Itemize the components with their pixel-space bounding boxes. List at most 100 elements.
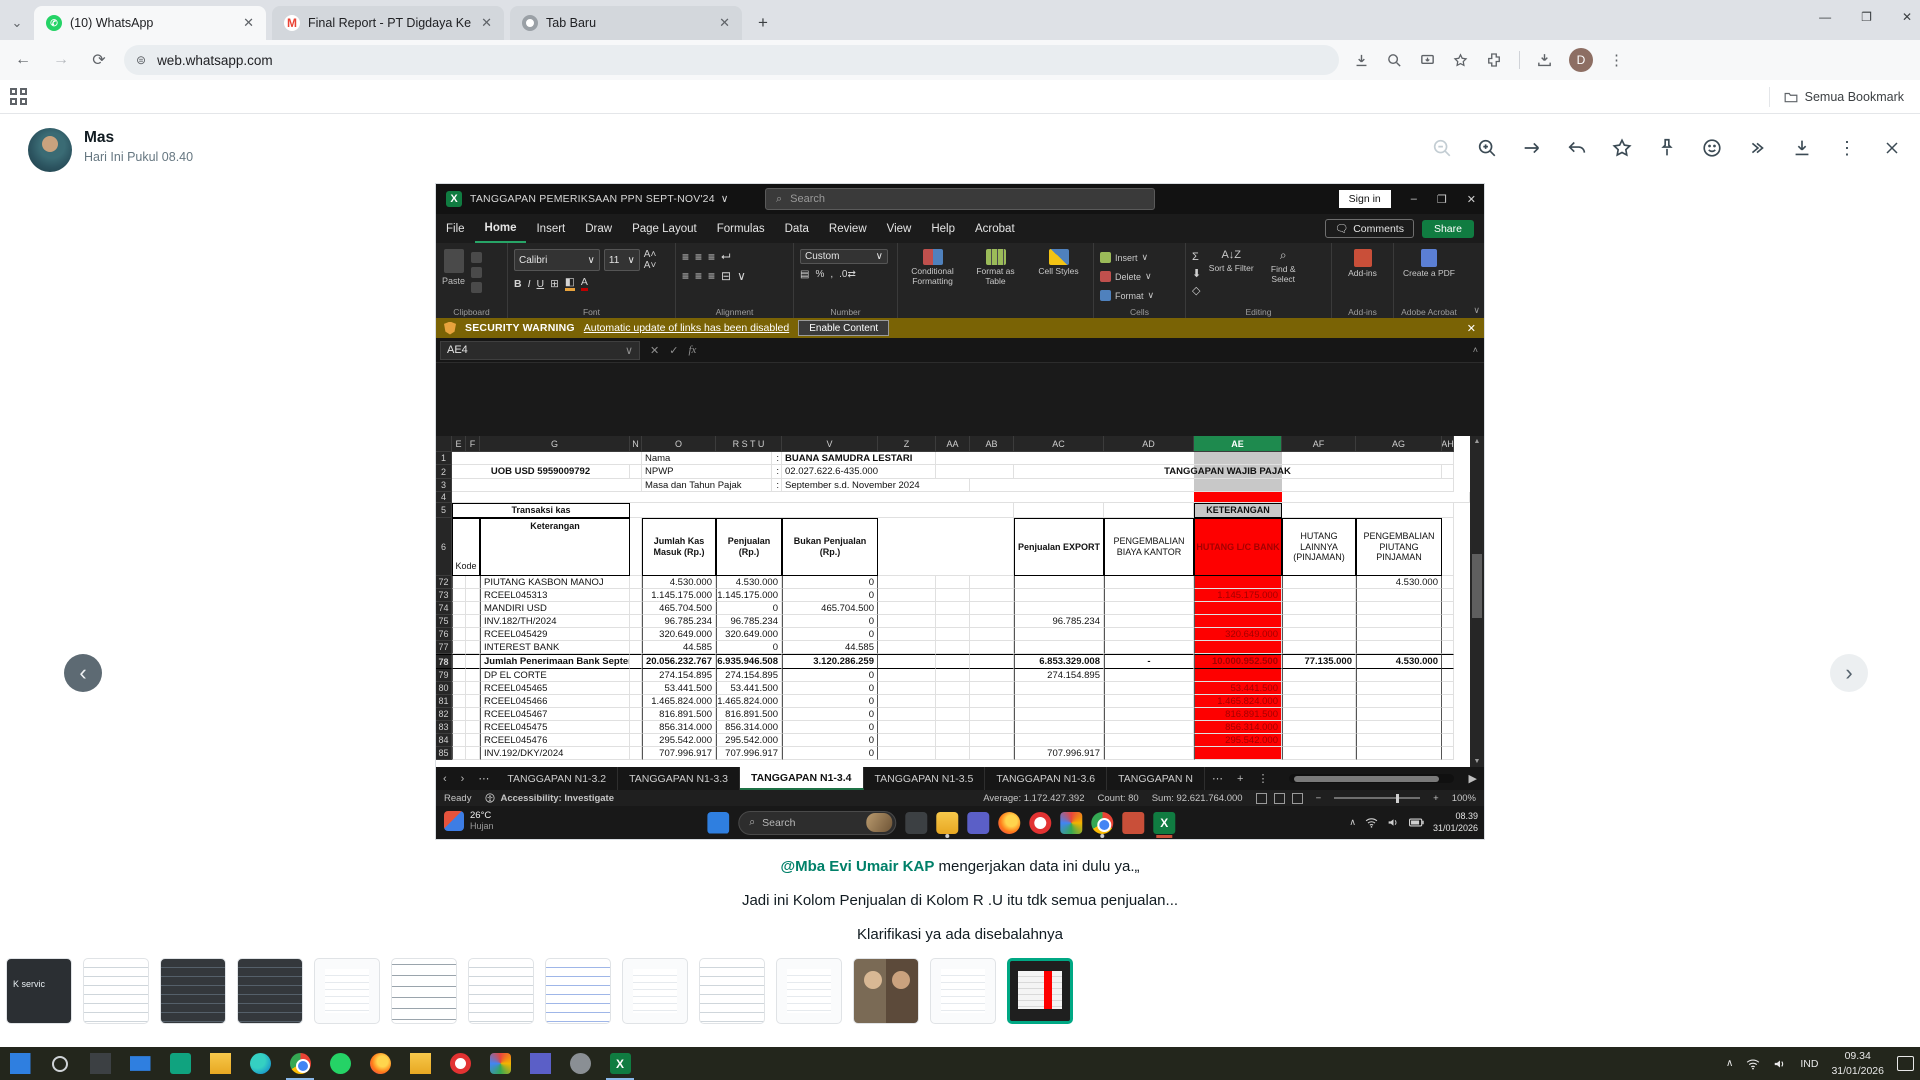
taskbar-folder-icon[interactable] bbox=[400, 1047, 440, 1080]
tab-baru[interactable]: Tab Baru ✕ bbox=[510, 6, 742, 40]
previous-media-button[interactable]: ‹ bbox=[64, 654, 102, 692]
zoom-icon[interactable] bbox=[1386, 52, 1403, 69]
cell-AC-83 bbox=[1014, 721, 1104, 734]
sort-filter-button: A↓Z Sort & Filter bbox=[1207, 249, 1255, 273]
star-icon[interactable] bbox=[1610, 136, 1634, 160]
download-page-icon[interactable] bbox=[1353, 52, 1370, 69]
reload-button[interactable]: ⟳ bbox=[84, 45, 114, 75]
taskbar-settings-icon[interactable] bbox=[560, 1047, 600, 1080]
cell-G-73: RCEEL045313 bbox=[480, 589, 630, 602]
media-thumbnail-8[interactable] bbox=[545, 958, 611, 1024]
address-bar[interactable]: ⊜ web.whatsapp.com bbox=[124, 45, 1339, 75]
next-media-button[interactable]: › bbox=[1830, 654, 1868, 692]
profile-avatar[interactable]: D bbox=[1569, 48, 1593, 72]
taskbar-file-explorer-icon[interactable] bbox=[200, 1047, 240, 1080]
window-maximize-button[interactable]: ❐ bbox=[1861, 10, 1872, 24]
wifi-icon[interactable] bbox=[1746, 1058, 1760, 1070]
tab-final-report[interactable]: M Final Report - PT Digdaya Kenca ✕ bbox=[272, 6, 504, 40]
media-thumbnail-4[interactable] bbox=[237, 958, 303, 1024]
download-icon[interactable] bbox=[1790, 136, 1814, 160]
apps-grid-icon[interactable] bbox=[10, 88, 28, 106]
taskbar-search-icon[interactable] bbox=[40, 1047, 80, 1080]
taskbar-task-view-icon[interactable] bbox=[80, 1047, 120, 1080]
site-settings-icon[interactable]: ⊜ bbox=[136, 53, 147, 67]
conditional-formatting-button: Conditional Formatting bbox=[904, 249, 961, 287]
cell bbox=[1442, 628, 1454, 641]
notification-center-icon[interactable] bbox=[1897, 1056, 1914, 1071]
cell-AF-85 bbox=[1282, 747, 1356, 760]
reply-icon[interactable] bbox=[1565, 136, 1589, 160]
sheet-nav-prev-icon: ‹ bbox=[436, 773, 454, 785]
all-bookmarks-button[interactable]: Semua Bookmark bbox=[1769, 87, 1904, 107]
sheet-tab-tanggapan-n: TANGGAPAN N bbox=[1107, 767, 1205, 790]
zoom-in-icon[interactable] bbox=[1475, 136, 1499, 160]
media-thumbnail-7[interactable] bbox=[468, 958, 534, 1024]
cell-AD-83 bbox=[1104, 721, 1194, 734]
cell-O-84: 295.542.000 bbox=[642, 734, 716, 747]
cell-AF-75 bbox=[1282, 615, 1356, 628]
taskbar-store-icon[interactable] bbox=[160, 1047, 200, 1080]
media-thumbnail-1[interactable]: K servic bbox=[6, 958, 72, 1024]
media-thumbnail-11[interactable] bbox=[776, 958, 842, 1024]
extensions-icon[interactable] bbox=[1485, 51, 1503, 69]
window-minimize-button[interactable]: — bbox=[1819, 10, 1831, 24]
taskbar-mail-icon[interactable] bbox=[120, 1047, 160, 1080]
tray-chevron-icon[interactable]: ∧ bbox=[1726, 1058, 1733, 1069]
cell bbox=[936, 708, 970, 721]
tab-search-chevron-icon[interactable]: ⌄ bbox=[0, 6, 34, 40]
window-close-button[interactable]: ✕ bbox=[1902, 10, 1912, 24]
taskbar-teams-icon[interactable] bbox=[520, 1047, 560, 1080]
forward-button[interactable]: → bbox=[46, 45, 76, 75]
new-tab-button[interactable]: + bbox=[750, 10, 776, 36]
taskbar-firefox-icon[interactable] bbox=[360, 1047, 400, 1080]
avatar[interactable] bbox=[28, 128, 72, 172]
taskbar-chrome-icon[interactable] bbox=[280, 1047, 320, 1080]
media-thumbnail-2[interactable] bbox=[83, 958, 149, 1024]
browser-menu-icon[interactable]: ⋮ bbox=[1609, 51, 1625, 69]
media-thumbnail-14[interactable] bbox=[1007, 958, 1073, 1024]
cell bbox=[936, 682, 970, 695]
close-tab-icon[interactable]: ✕ bbox=[241, 15, 256, 31]
media-thumbnail-12[interactable] bbox=[853, 958, 919, 1024]
language-indicator[interactable]: IND bbox=[1800, 1058, 1818, 1070]
excel-screenshot-image[interactable]: X TANGGAPAN PEMERIKSAAN PPN SEPT-NOV'24 … bbox=[436, 184, 1484, 839]
media-thumbnail-10[interactable] bbox=[699, 958, 765, 1024]
tab-whatsapp[interactable]: ✆ (10) WhatsApp ✕ bbox=[34, 6, 266, 40]
forward-icon[interactable] bbox=[1745, 136, 1769, 160]
cell-npwp-label: NPWP bbox=[642, 465, 772, 479]
back-button[interactable]: ← bbox=[8, 45, 38, 75]
cell bbox=[466, 628, 480, 641]
row-header-76: 76 bbox=[436, 628, 452, 641]
cell bbox=[970, 615, 1014, 628]
taskbar-opera-icon[interactable] bbox=[440, 1047, 480, 1080]
dismiss-warning-icon: ✕ bbox=[1467, 322, 1476, 335]
media-thumbnail-13[interactable] bbox=[930, 958, 996, 1024]
taskbar-whatsapp-icon[interactable] bbox=[320, 1047, 360, 1080]
close-tab-icon[interactable]: ✕ bbox=[717, 15, 732, 31]
zoom-out-icon[interactable] bbox=[1430, 136, 1454, 160]
folder-icon bbox=[1784, 91, 1798, 103]
media-thumbnail-3[interactable] bbox=[160, 958, 226, 1024]
taskbar-excel-icon[interactable]: X bbox=[600, 1047, 640, 1080]
install-icon[interactable] bbox=[1419, 52, 1436, 69]
emoji-icon[interactable] bbox=[1700, 136, 1724, 160]
pin-icon[interactable] bbox=[1655, 136, 1679, 160]
column-header-row: EFGNOR S T UVZAAABACADAEAFAGAH bbox=[436, 436, 1470, 452]
clock[interactable]: 09.34 31/01/2026 bbox=[1831, 1049, 1884, 1077]
media-thumbnail-5[interactable] bbox=[314, 958, 380, 1024]
cell-O-82: 816.891.500 bbox=[642, 708, 716, 721]
close-icon[interactable] bbox=[1880, 136, 1904, 160]
media-thumbnail-9[interactable] bbox=[622, 958, 688, 1024]
arrow-right-icon[interactable] bbox=[1520, 136, 1544, 160]
taskbar-start-icon[interactable] bbox=[0, 1047, 40, 1080]
cell-G-79: DP EL CORTE bbox=[480, 669, 630, 682]
taskbar-edge-icon[interactable] bbox=[240, 1047, 280, 1080]
bookmark-star-icon[interactable] bbox=[1452, 52, 1469, 69]
media-thumbnail-6[interactable] bbox=[391, 958, 457, 1024]
mention-link[interactable]: @Mba Evi Umair KAP bbox=[781, 858, 935, 875]
downloads-tray-icon[interactable] bbox=[1536, 52, 1553, 69]
taskbar-photos-icon[interactable] bbox=[480, 1047, 520, 1080]
volume-icon[interactable] bbox=[1773, 1058, 1787, 1070]
menu-icon[interactable]: ⋮ bbox=[1835, 136, 1859, 160]
close-tab-icon[interactable]: ✕ bbox=[479, 15, 494, 31]
